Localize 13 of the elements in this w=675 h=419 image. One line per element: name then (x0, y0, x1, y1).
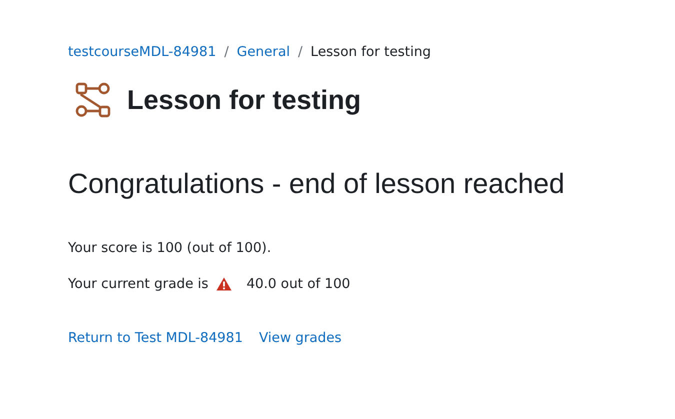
lesson-end-heading: Congratulations - end of lesson reached (68, 168, 566, 200)
nav-link[interactable]: Return to Test MDL-84981 (68, 330, 243, 346)
breadcrumb-link[interactable]: testcourseMDL-84981 (68, 44, 216, 60)
breadcrumb-separator: / (224, 44, 229, 60)
breadcrumb-link[interactable]: General (236, 44, 290, 60)
lesson-flow-icon (75, 82, 111, 118)
breadcrumb-separator: / (298, 44, 303, 60)
grade-value: 40.0 out of 100 (246, 276, 350, 292)
score-text: Your score is 100 (out of 100). (68, 240, 272, 256)
breadcrumb-current: Lesson for testing (310, 44, 431, 60)
page-title: Lesson for testing (127, 84, 362, 116)
grade-label: Your current grade is (68, 276, 208, 292)
nav-link[interactable]: View grades (258, 330, 342, 346)
